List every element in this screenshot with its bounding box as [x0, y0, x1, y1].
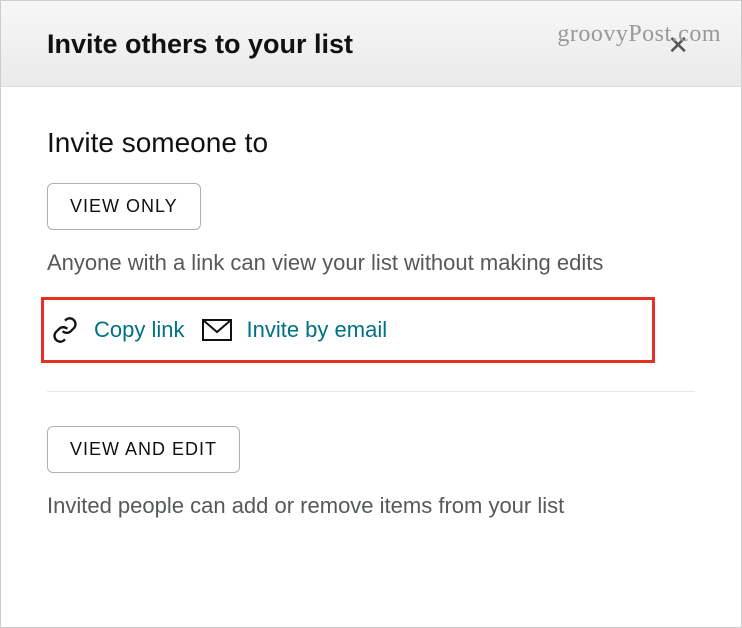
section-divider	[47, 391, 695, 392]
invite-subheading: Invite someone to	[47, 127, 695, 159]
copy-link-item[interactable]: Copy link	[50, 316, 184, 344]
dialog-content: Invite someone to VIEW ONLY Anyone with …	[1, 87, 741, 522]
view-only-description: Anyone with a link can view your list wi…	[47, 248, 695, 279]
close-icon: ✕	[667, 30, 689, 60]
share-links-row: Copy link Invite by email	[46, 302, 650, 358]
view-and-edit-description: Invited people can add or remove items f…	[47, 491, 695, 522]
invite-email-item[interactable]: Invite by email	[202, 317, 387, 343]
view-only-button[interactable]: VIEW ONLY	[47, 183, 201, 230]
dialog-header: Invite others to your list ✕	[1, 1, 741, 87]
annotation-highlight: Copy link Invite by email	[41, 297, 655, 363]
invite-email-label: Invite by email	[246, 317, 387, 343]
view-and-edit-button[interactable]: VIEW AND EDIT	[47, 426, 240, 473]
link-icon	[50, 316, 80, 344]
copy-link-label: Copy link	[94, 317, 184, 343]
envelope-icon	[202, 319, 232, 341]
close-button[interactable]: ✕	[661, 32, 695, 58]
dialog-title: Invite others to your list	[47, 29, 353, 60]
